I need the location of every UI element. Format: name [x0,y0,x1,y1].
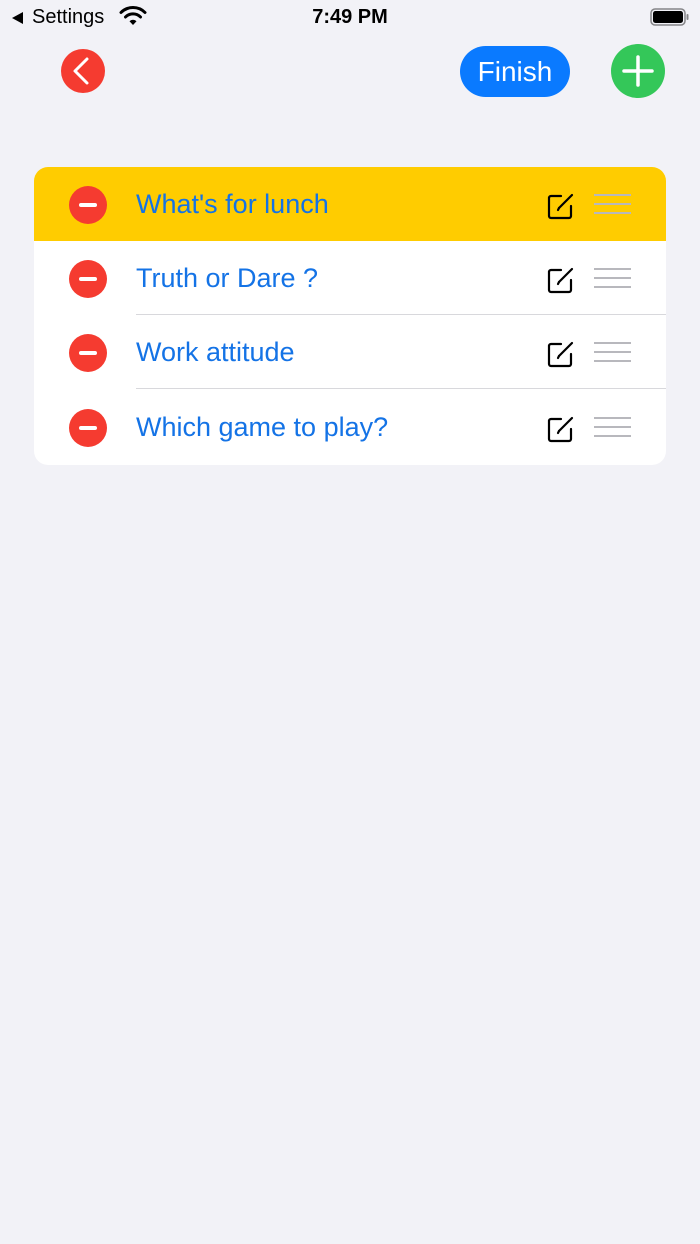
status-time: 7:49 PM [312,6,388,28]
drag-handle-icon[interactable] [594,268,631,288]
delete-minus-icon[interactable] [69,260,107,298]
item-list: What's for lunch Truth or Dare ? Work at… [34,167,666,465]
edit-icon[interactable] [546,191,576,221]
drag-handle-icon[interactable] [594,417,631,437]
finish-button[interactable]: Finish [460,46,570,97]
list-item[interactable]: Truth or Dare ? [34,241,666,315]
add-button[interactable] [611,44,665,98]
list-item-label: Which game to play? [136,412,389,442]
list-item-label: What's for lunch [136,189,329,219]
chevron-left-icon [73,57,89,85]
list-item[interactable]: Work attitude [34,315,666,389]
drag-handle-icon[interactable] [594,342,631,362]
drag-handle-icon[interactable] [594,194,631,214]
list-item-label: Work attitude [136,337,295,367]
edit-icon[interactable] [546,339,576,369]
list-item[interactable]: Which game to play? [34,390,666,464]
edit-icon[interactable] [546,414,576,444]
battery-icon [650,8,689,26]
delete-minus-icon[interactable] [69,334,107,372]
back-button[interactable] [61,49,105,93]
row-divider [136,388,666,389]
status-bar: Settings 7:49 PM [0,0,700,36]
delete-minus-icon[interactable] [69,186,107,224]
plus-icon [622,55,654,87]
list-item-label: Truth or Dare ? [136,263,319,293]
delete-minus-icon[interactable] [69,409,107,447]
list-item[interactable]: What's for lunch [34,167,666,241]
edit-icon[interactable] [546,265,576,295]
